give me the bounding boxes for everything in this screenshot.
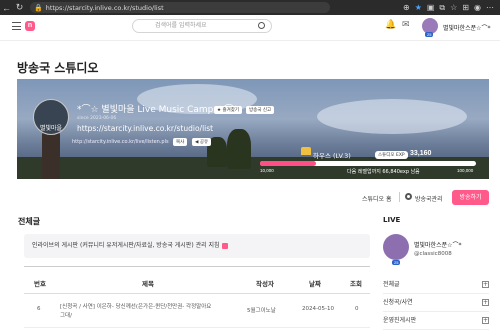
sidebar-item-staff-board[interactable]: 운영진게시판 + bbox=[383, 312, 489, 330]
exp-progress-bar bbox=[260, 161, 476, 166]
expand-icon[interactable]: + bbox=[482, 317, 489, 324]
studio-manage-link[interactable]: 방송국관리 bbox=[415, 194, 443, 203]
row-date: 2024-05-10 bbox=[302, 306, 334, 312]
username[interactable]: 별빛마한스푼☆⌒* bbox=[443, 23, 491, 32]
refresh-icon[interactable]: ↻ bbox=[13, 2, 26, 13]
row-title-cont[interactable]: 그대/ bbox=[60, 311, 72, 319]
favorite-star-icon[interactable]: ★ bbox=[415, 3, 422, 13]
exp-next-level-text: 다음 레벨업까지 66,840exp 남음 bbox=[347, 169, 420, 175]
page-title: 방송국 스튜디오 bbox=[17, 61, 99, 75]
studio-banner: 별빛마을 *⌒☆ 별빛마을 Live Music Camp ☆⌒* ★ 즐겨찾기… bbox=[17, 79, 489, 179]
share-button[interactable]: ◀ 공유 bbox=[192, 138, 212, 146]
expand-icon[interactable]: + bbox=[482, 299, 489, 306]
back-icon[interactable]: ← bbox=[0, 3, 13, 13]
board-title: 전체글 bbox=[18, 217, 41, 226]
broadcast-button[interactable]: 방송하기 bbox=[452, 190, 489, 205]
live-section-title: LIVE bbox=[383, 216, 401, 224]
user-level-badge: 25 bbox=[425, 32, 434, 37]
exp-min: 10,000 bbox=[260, 168, 274, 173]
favorite-button-label: 즐겨찾기 bbox=[222, 108, 240, 113]
post-table: 번호 제목 작성자 날짜 조회 6 [신청곡 / 사연] 이은하- 당신께선(은… bbox=[24, 266, 370, 328]
address-bar[interactable]: 🔒 https://starcity.inlive.co.kr/studio/l… bbox=[30, 2, 330, 13]
col-views: 조회 bbox=[350, 280, 362, 288]
live-listen-link[interactable]: http://starcity.inlive.co.kr/live/listen… bbox=[72, 139, 169, 145]
profile-icon[interactable]: ◉ bbox=[474, 3, 481, 13]
row-number: 6 bbox=[37, 306, 41, 312]
since-date: since 2023-06-06 bbox=[77, 116, 117, 121]
tree-decoration bbox=[227, 129, 251, 169]
table-header: 번호 제목 작성자 날짜 조회 bbox=[24, 266, 370, 294]
more-icon[interactable]: ⋯ bbox=[486, 3, 494, 13]
browser-toolbar: ← ↻ 🔒 https://starcity.inlive.co.kr/stud… bbox=[0, 0, 500, 15]
extensions-icon[interactable]: ▣ bbox=[427, 3, 435, 13]
favorite-button[interactable]: ★ 즐겨찾기 bbox=[214, 106, 243, 114]
message-icon[interactable]: ✉ bbox=[402, 19, 410, 30]
external-link-icon bbox=[221, 242, 228, 249]
row-author[interactable]: 5월그이노날 bbox=[247, 306, 276, 314]
gear-icon[interactable] bbox=[405, 193, 412, 200]
table-row[interactable]: 6 [신청곡 / 사연] 이은하- 당신께선(은가은-퀸단/천만권- 각정말아요… bbox=[24, 294, 370, 328]
col-title: 제목 bbox=[142, 280, 154, 288]
house-level-icon bbox=[301, 147, 311, 155]
search-icon[interactable] bbox=[258, 22, 265, 29]
share-button-label: 공유 bbox=[199, 140, 209, 145]
row-title[interactable]: [신청곡 / 사연] 이은하- 당신께선(은가은-퀸단/천만권- 각정말아요 bbox=[60, 302, 211, 310]
studio-avatar[interactable]: 별빛마을 bbox=[33, 99, 69, 135]
studio-link[interactable]: https://starcity.inlive.co.kr/studio/lis… bbox=[77, 124, 213, 133]
hamburger-menu-icon[interactable] bbox=[12, 22, 21, 30]
zoom-icon[interactable]: ⊕ bbox=[403, 3, 410, 13]
expand-icon[interactable]: + bbox=[482, 281, 489, 288]
sidebar-item-label: 전체글 bbox=[383, 281, 400, 288]
sidebar-item-all-posts[interactable]: 전체글 + bbox=[383, 276, 489, 294]
row-views: 0 bbox=[355, 306, 359, 312]
studio-home-link[interactable]: 스튜디오 홈 bbox=[362, 194, 392, 203]
split-screen-icon[interactable]: ⧉ bbox=[439, 3, 445, 13]
col-date: 날짜 bbox=[309, 280, 321, 288]
live-id: @classic8008 bbox=[414, 251, 452, 257]
col-number: 번호 bbox=[34, 280, 46, 288]
live-name[interactable]: 별빛마한스푼☆⌒* bbox=[414, 240, 462, 249]
collections-icon[interactable]: ⊞ bbox=[462, 3, 469, 13]
exp-max: 100,000 bbox=[457, 168, 474, 173]
sidebar-item-requests[interactable]: 신청곡/사연 + bbox=[383, 294, 489, 312]
url-text: https://starcity.inlive.co.kr/studio/lis… bbox=[45, 3, 164, 12]
notification-bell-icon[interactable]: 🔔 bbox=[385, 19, 396, 30]
col-author: 작성자 bbox=[256, 280, 274, 288]
live-level-badge: 25 bbox=[392, 260, 401, 265]
exp-value: 33,160 bbox=[410, 150, 432, 157]
site-logo[interactable]: n bbox=[25, 21, 35, 31]
level-name: 하우스 (LV.3) bbox=[313, 152, 351, 160]
exp-progress-fill bbox=[260, 161, 316, 166]
site-header: n 검색어를 입력하세요 🔔 ✉ 25 별빛마한스푼☆⌒* bbox=[0, 15, 500, 41]
notice-text: 인라이브의 게시판 (커뮤니티 유저게시판/자료실, 방송국 게시판) 관리 지… bbox=[32, 242, 220, 249]
report-studio-button[interactable]: 방송국 신고 bbox=[246, 106, 275, 114]
exp-label: 스튜디오 EXP bbox=[375, 151, 408, 159]
copy-button[interactable]: 복사 bbox=[173, 138, 188, 146]
sidebar-item-label: 신청곡/사연 bbox=[383, 299, 413, 306]
lock-icon: 🔒 bbox=[34, 4, 43, 12]
divider bbox=[399, 192, 400, 202]
search-input[interactable]: 검색어를 입력하세요 bbox=[132, 19, 272, 33]
cloud-decoration bbox=[317, 99, 467, 134]
tower-decoration bbox=[42, 131, 60, 179]
live-avatar[interactable] bbox=[383, 234, 409, 260]
favorites-icon[interactable]: ☆ bbox=[450, 3, 457, 13]
notice-banner[interactable]: 인라이브의 게시판 (커뮤니티 유저게시판/자료실, 방송국 게시판) 관리 지… bbox=[24, 234, 370, 258]
sidebar-item-label: 운영진게시판 bbox=[383, 317, 417, 324]
